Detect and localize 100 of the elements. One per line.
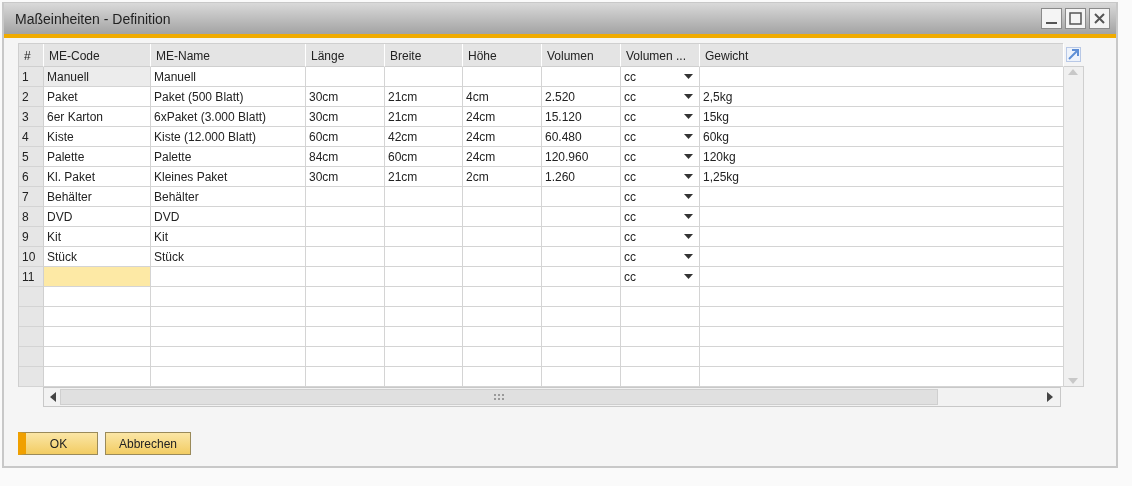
- row-number: 9: [19, 227, 44, 247]
- scroll-right-icon[interactable]: [1047, 392, 1053, 402]
- caret-icon: [684, 234, 693, 239]
- scroll-left-icon[interactable]: [50, 392, 56, 402]
- column-header[interactable]: Volumen: [542, 44, 621, 67]
- table-cell: Behälter: [44, 187, 151, 207]
- table-cell: Manuell: [44, 67, 151, 87]
- table-cell: 6xPaket (3.000 Blatt): [151, 107, 306, 127]
- caret-icon: [684, 254, 693, 259]
- unit-dropdown[interactable]: cc: [621, 107, 699, 126]
- unit-dropdown[interactable]: cc: [621, 227, 699, 246]
- column-header[interactable]: Länge: [306, 44, 385, 67]
- caret-icon: [684, 74, 693, 79]
- close-button[interactable]: [1089, 8, 1110, 29]
- table-cell: 42cm: [385, 127, 463, 147]
- table-cell: 60.480: [542, 127, 621, 147]
- minimize-button[interactable]: [1041, 8, 1062, 29]
- table-cell: Kleines Paket: [151, 167, 306, 187]
- scroll-thumb[interactable]: [60, 389, 938, 405]
- row-number: 10: [19, 247, 44, 267]
- table-cell: 24cm: [463, 147, 542, 167]
- column-header[interactable]: ME-Code: [44, 44, 151, 67]
- table-cell: 2.520: [542, 87, 621, 107]
- minimize-icon: [1046, 22, 1057, 24]
- unit-dropdown[interactable]: cc: [621, 87, 699, 106]
- unit-dropdown[interactable]: cc: [621, 267, 699, 286]
- column-header[interactable]: ME-Name: [151, 44, 306, 67]
- table-cell: 24cm: [463, 107, 542, 127]
- expand-arrow-icon[interactable]: [1066, 47, 1081, 62]
- table-cell: 30cm: [306, 107, 385, 127]
- row-number: 4: [19, 127, 44, 147]
- table-cell: 15.120: [542, 107, 621, 127]
- row-number: 2: [19, 87, 44, 107]
- table-cell: Stück: [151, 247, 306, 267]
- caret-icon: [684, 94, 693, 99]
- table-cell: 60cm: [306, 127, 385, 147]
- unit-dropdown[interactable]: cc: [621, 207, 699, 226]
- caret-icon: [684, 114, 693, 119]
- ok-button[interactable]: OK: [18, 432, 98, 455]
- close-icon: [1093, 12, 1106, 25]
- caret-icon: [684, 134, 693, 139]
- unit-dropdown[interactable]: cc: [621, 67, 699, 86]
- window-title: Maßeinheiten - Definition: [15, 10, 172, 27]
- table-cell: Manuell: [151, 67, 306, 87]
- caret-icon: [684, 274, 693, 279]
- row-number: 5: [19, 147, 44, 167]
- table-cell: 24cm: [463, 127, 542, 147]
- row-number: 11: [19, 267, 44, 287]
- table-cell: 60kg: [700, 127, 1064, 147]
- grip-icon: [494, 394, 504, 400]
- column-header[interactable]: Volumen ...: [621, 44, 700, 67]
- cancel-button[interactable]: Abbrechen: [105, 432, 191, 455]
- unit-dropdown[interactable]: cc: [621, 187, 699, 206]
- table-cell: 2cm: [463, 167, 542, 187]
- table-cell: 120.960: [542, 147, 621, 167]
- table-cell: Palette: [151, 147, 306, 167]
- column-header[interactable]: Breite: [385, 44, 463, 67]
- table-cell: 21cm: [385, 107, 463, 127]
- table-cell: 21cm: [385, 87, 463, 107]
- row-number: 8: [19, 207, 44, 227]
- column-header[interactable]: Höhe: [463, 44, 542, 67]
- active-cell[interactable]: [44, 267, 151, 287]
- row-number: 1: [19, 67, 44, 87]
- table-cell: Kit: [151, 227, 306, 247]
- table-cell: 60cm: [385, 147, 463, 167]
- table-cell: Kit: [44, 227, 151, 247]
- table-cell: 21cm: [385, 167, 463, 187]
- table-cell: DVD: [151, 207, 306, 227]
- row-number: 6: [19, 167, 44, 187]
- table-cell: Palette: [44, 147, 151, 167]
- unit-dropdown[interactable]: cc: [621, 167, 699, 186]
- caret-icon: [684, 194, 693, 199]
- table-cell: Paket: [44, 87, 151, 107]
- maximize-icon: [1069, 12, 1082, 25]
- table-cell: 120kg: [700, 147, 1064, 167]
- unit-dropdown[interactable]: cc: [621, 147, 699, 166]
- table-cell: 4cm: [463, 87, 542, 107]
- table-cell: Behälter: [151, 187, 306, 207]
- table-cell: Paket (500 Blatt): [151, 87, 306, 107]
- table-cell: 1,25kg: [700, 167, 1064, 187]
- caret-icon: [684, 174, 693, 179]
- row-number: 3: [19, 107, 44, 127]
- row-number: 7: [19, 187, 44, 207]
- caret-icon: [684, 214, 693, 219]
- column-header[interactable]: #: [19, 44, 44, 67]
- table-cell: 1.260: [542, 167, 621, 187]
- table-cell: 30cm: [306, 87, 385, 107]
- table-cell: Kiste (12.000 Blatt): [151, 127, 306, 147]
- horizontal-scrollbar[interactable]: [43, 387, 1061, 407]
- table-cell: DVD: [44, 207, 151, 227]
- column-header[interactable]: Gewicht: [700, 44, 1064, 67]
- unit-dropdown[interactable]: cc: [621, 247, 699, 266]
- table-cell: 15kg: [700, 107, 1064, 127]
- caret-icon: [684, 154, 693, 159]
- unit-dropdown[interactable]: cc: [621, 127, 699, 146]
- maximize-button[interactable]: [1065, 8, 1086, 29]
- table-cell: Stück: [44, 247, 151, 267]
- table-cell: 6er Karton: [44, 107, 151, 127]
- table-cell: 2,5kg: [700, 87, 1064, 107]
- table-cell: Kiste: [44, 127, 151, 147]
